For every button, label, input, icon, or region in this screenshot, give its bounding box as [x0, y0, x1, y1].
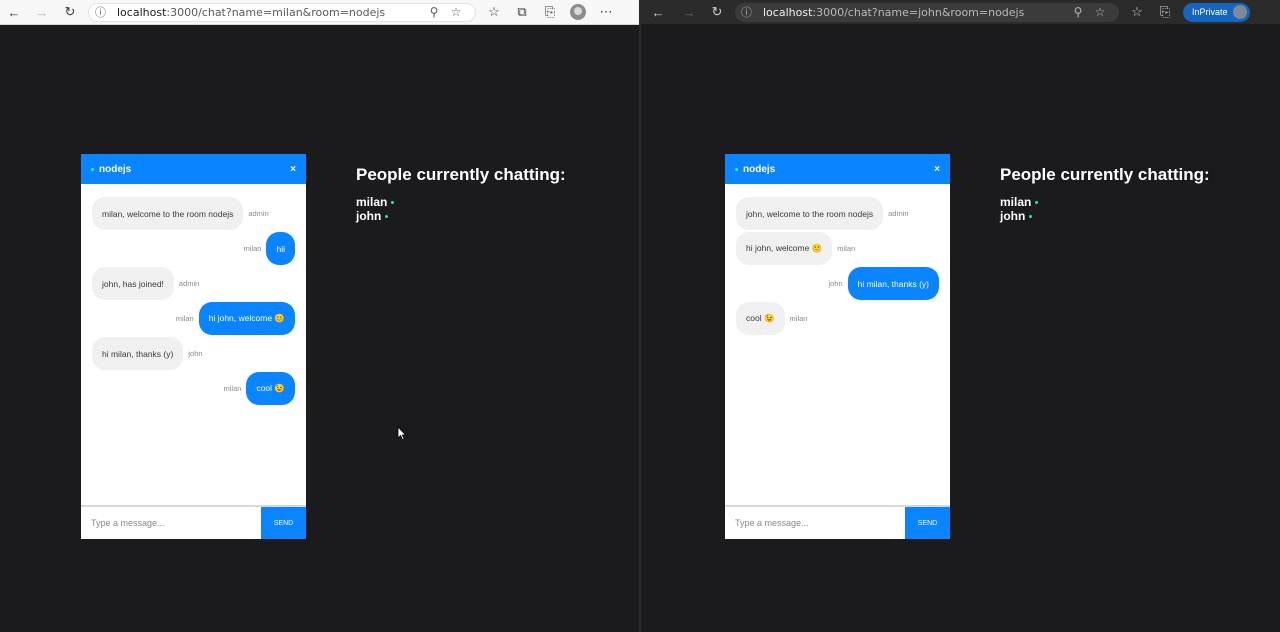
chat-box: nodejs × milan, welcome to the room node… [81, 154, 306, 539]
message-bubble: hii [266, 232, 295, 265]
message-sender: milan [175, 314, 194, 323]
message-bubble: cool 😉 [736, 302, 785, 335]
more-icon[interactable]: ⋯ [592, 0, 620, 25]
person-name: milan [1000, 195, 1032, 209]
message-input[interactable] [81, 507, 261, 539]
message-bubble: hi milan, thanks (y) [847, 267, 939, 300]
people-heading: People currently chatting: [1000, 165, 1210, 184]
person-item: john [1000, 209, 1210, 223]
online-dot-icon [1029, 214, 1033, 218]
message-sender: admin [248, 209, 269, 218]
message-bubble: hi john, welcome 🙂 [736, 232, 833, 265]
message-row: milan hii [92, 232, 295, 265]
message-input[interactable] [725, 507, 905, 539]
online-dot-icon [1035, 200, 1039, 204]
message-row: cool 😉 milan [736, 302, 939, 335]
back-arrow-icon[interactable]: ← [641, 0, 675, 25]
message-sender: milan [837, 244, 856, 253]
url-path: :3000/chat?name=milan&room=nodejs [166, 5, 386, 19]
online-dot-icon [391, 200, 395, 204]
inprivate-label: InPrivate [1192, 7, 1228, 17]
back-arrow-icon[interactable]: ← [0, 0, 28, 25]
inprivate-badge[interactable]: InPrivate [1183, 2, 1250, 22]
people-list: milan john [1000, 195, 1210, 223]
url-path: :3000/chat?name=john&room=nodejs [812, 5, 1025, 19]
browser-toolbar: ← → ↻ ⓘ localhost :3000/chat?name=milan&… [0, 0, 639, 25]
info-icon[interactable]: ⓘ [741, 4, 757, 20]
message-row: john hi milan, thanks (y) [736, 267, 939, 300]
message-sender: milan [789, 314, 808, 323]
message-sender: john [828, 279, 843, 288]
browser-toolbar: ← → ↻ ⓘ localhost :3000/chat?name=john&r… [641, 0, 1280, 25]
profile-avatar[interactable] [570, 4, 586, 20]
room-name: nodejs [743, 163, 776, 175]
people-heading: People currently chatting: [356, 165, 566, 184]
person-item: john [356, 209, 566, 223]
message-row: john, welcome to the room nodejs admin [736, 197, 939, 230]
message-row: hi john, welcome 🙂 milan [736, 232, 939, 265]
person-name: john [1000, 209, 1026, 223]
message-bubble: john, welcome to the room nodejs [736, 197, 884, 230]
star-icon[interactable]: ☆ [445, 5, 467, 19]
favorites-icon[interactable]: ☆ [1123, 0, 1151, 25]
forward-arrow-icon[interactable]: → [28, 0, 56, 25]
message-row: milan, welcome to the room nodejs admin [92, 197, 295, 230]
person-item: milan [1000, 195, 1210, 209]
message-bubble: john, has joined! [92, 267, 174, 300]
profile-avatar [1232, 5, 1247, 19]
people-list: milan john [356, 195, 566, 223]
browser-window-right: ← → ↻ ⓘ localhost :3000/chat?name=john&r… [641, 0, 1280, 632]
people-panel: People currently chatting: milan john [1000, 165, 1210, 223]
chat-header: nodejs × [725, 154, 950, 184]
close-icon[interactable]: × [934, 164, 940, 175]
person-item: milan [356, 195, 566, 209]
share-icon[interactable]: ⎘ [536, 0, 564, 25]
star-icon[interactable]: ☆ [1089, 5, 1111, 19]
refresh-icon[interactable]: ↻ [703, 0, 731, 25]
online-dot-icon [385, 214, 389, 218]
message-bubble: hi milan, thanks (y) [92, 337, 184, 370]
chat-header: nodejs × [81, 154, 306, 184]
person-name: john [356, 209, 382, 223]
message-sender: milan [223, 384, 242, 393]
room-name: nodejs [99, 163, 132, 175]
message-list: milan, welcome to the room nodejs admin mi… [81, 184, 306, 505]
message-composer: SEND [81, 505, 306, 539]
message-composer: SEND [725, 505, 950, 539]
close-icon[interactable]: × [290, 164, 296, 175]
chat-box: nodejs × john, welcome to the room nodej… [725, 154, 950, 539]
favorites-icon[interactable]: ☆ [480, 0, 508, 25]
message-sender: john [188, 349, 203, 358]
online-indicator [91, 167, 94, 171]
mouse-cursor-icon [397, 426, 407, 441]
message-sender: milan [243, 244, 262, 253]
message-row: hi milan, thanks (y) john [92, 337, 295, 370]
url-host: localhost [763, 5, 813, 19]
message-sender: admin [178, 279, 200, 288]
browser-window-left: ← → ↻ ⓘ localhost :3000/chat?name=milan&… [0, 0, 639, 632]
person-name: milan [356, 195, 388, 209]
zoom-icon[interactable]: ⚲ [423, 5, 445, 19]
zoom-icon[interactable]: ⚲ [1067, 5, 1089, 19]
address-bar[interactable]: ⓘ localhost :3000/chat?name=john&room=no… [735, 2, 1119, 22]
url-host: localhost [117, 5, 167, 19]
share-icon[interactable]: ⎘ [1151, 0, 1179, 25]
collections-icon[interactable]: ⧉ [508, 0, 536, 25]
message-list: john, welcome to the room nodejs admin hi … [725, 184, 950, 505]
forward-arrow-icon[interactable]: → [675, 0, 703, 25]
message-sender: admin [888, 209, 909, 218]
info-icon[interactable]: ⓘ [95, 4, 111, 20]
people-panel: People currently chatting: milan john [356, 165, 566, 223]
message-bubble: milan, welcome to the room nodejs [92, 197, 244, 230]
message-bubble: hi john, welcome 😊 [198, 302, 295, 335]
address-bar[interactable]: ⓘ localhost :3000/chat?name=milan&room=n… [88, 2, 476, 22]
online-indicator [735, 167, 738, 171]
message-row: john, has joined! admin [92, 267, 295, 300]
send-button[interactable]: SEND [905, 507, 950, 539]
message-row: milan cool 😉 [92, 372, 295, 405]
message-bubble: cool 😉 [246, 372, 295, 405]
refresh-icon[interactable]: ↻ [56, 0, 84, 25]
send-button[interactable]: SEND [261, 507, 306, 539]
message-row: milan hi john, welcome 😊 [92, 302, 295, 335]
